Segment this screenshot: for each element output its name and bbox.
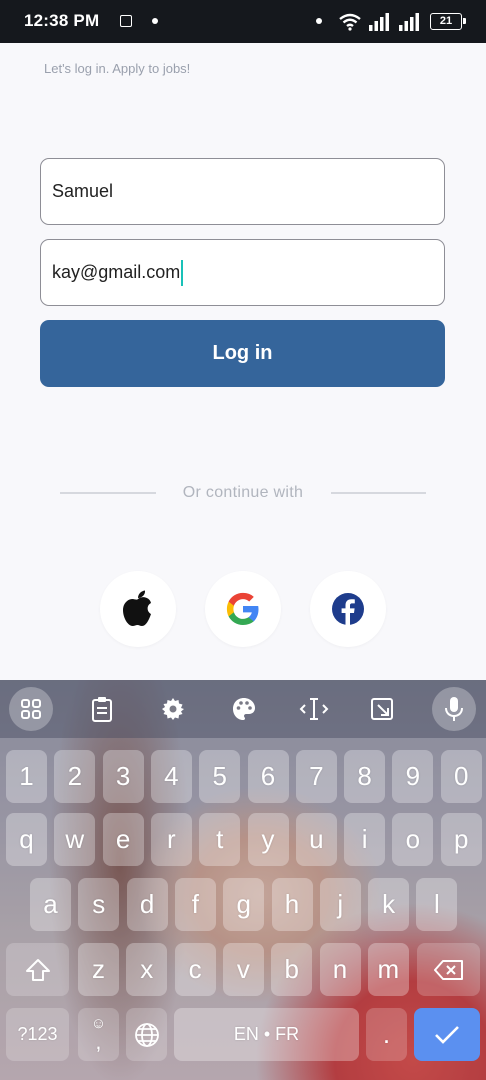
divider-line-right bbox=[331, 492, 426, 494]
key-j[interactable]: j bbox=[319, 878, 361, 931]
key-h[interactable]: h bbox=[271, 878, 313, 931]
status-bar: 12:38 PM 21 bbox=[0, 0, 486, 43]
apps-grid-icon[interactable] bbox=[9, 687, 53, 731]
key-o[interactable]: o bbox=[392, 813, 434, 866]
keyboard-toolbar bbox=[0, 680, 486, 738]
google-login-button[interactable] bbox=[205, 571, 281, 647]
key-z[interactable]: z bbox=[78, 943, 119, 996]
shift-icon bbox=[25, 958, 50, 981]
key-r[interactable]: r bbox=[150, 813, 192, 866]
apple-icon bbox=[123, 590, 151, 626]
facebook-login-button[interactable] bbox=[310, 571, 386, 647]
key-n[interactable]: n bbox=[319, 943, 361, 996]
emoji-comma-key[interactable]: ☺, bbox=[78, 1008, 119, 1061]
key-3[interactable]: 3 bbox=[102, 750, 144, 803]
key-k[interactable]: k bbox=[368, 878, 410, 931]
key-d[interactable]: d bbox=[126, 878, 168, 931]
login-button[interactable]: Log in bbox=[40, 320, 445, 387]
key-v[interactable]: v bbox=[222, 943, 264, 996]
key-m[interactable]: m bbox=[367, 943, 409, 996]
key-f[interactable]: f bbox=[174, 878, 216, 931]
period-key[interactable]: . bbox=[366, 1008, 407, 1061]
name-field-value: Samuel bbox=[52, 181, 114, 201]
key-e[interactable]: e bbox=[102, 813, 144, 866]
key-c[interactable]: c bbox=[174, 943, 216, 996]
key-i[interactable]: i bbox=[344, 813, 386, 866]
key-2[interactable]: 2 bbox=[54, 750, 96, 803]
text-caret bbox=[181, 259, 184, 286]
name-field[interactable]: Samuel bbox=[40, 158, 445, 225]
key-w[interactable]: w bbox=[54, 813, 96, 866]
key-6[interactable]: 6 bbox=[247, 750, 289, 803]
status-time: 12:38 PM bbox=[24, 11, 100, 30]
signal-icon bbox=[369, 13, 389, 31]
notification-dot-icon bbox=[316, 18, 322, 24]
clipboard-icon[interactable] bbox=[82, 689, 122, 729]
key-8[interactable]: 8 bbox=[344, 750, 386, 803]
language-key[interactable] bbox=[126, 1008, 167, 1061]
tagline: Let's log in. Apply to jobs! bbox=[44, 61, 191, 76]
facebook-icon bbox=[332, 593, 364, 625]
checkmark-icon bbox=[435, 1025, 459, 1044]
apple-login-button[interactable] bbox=[100, 571, 176, 647]
key-g[interactable]: g bbox=[223, 878, 265, 931]
shift-key[interactable] bbox=[6, 943, 69, 996]
microphone-icon[interactable] bbox=[432, 687, 476, 731]
status-indicators: 21 bbox=[338, 11, 468, 33]
backspace-icon bbox=[433, 959, 463, 980]
email-field-value: kay@gmail.com bbox=[52, 262, 181, 282]
signal-icon bbox=[399, 13, 419, 31]
text-cursor-icon[interactable] bbox=[294, 689, 334, 729]
battery-indicator: 21 bbox=[430, 13, 466, 30]
key-x[interactable]: x bbox=[126, 943, 168, 996]
key-t[interactable]: t bbox=[199, 813, 241, 866]
key-l[interactable]: l bbox=[416, 878, 458, 931]
email-field[interactable]: kay@gmail.com bbox=[40, 239, 445, 306]
key-5[interactable]: 5 bbox=[199, 750, 241, 803]
key-y[interactable]: y bbox=[247, 813, 289, 866]
screenshot-notification-icon bbox=[120, 15, 132, 27]
notification-dot-icon bbox=[152, 18, 158, 24]
onscreen-keyboard: 1 2 3 4 5 6 7 8 9 0 q w e r t y u i o p a s d f g h j k l z x c v b n m ?123… bbox=[0, 680, 486, 1080]
key-4[interactable]: 4 bbox=[150, 750, 192, 803]
google-icon bbox=[226, 592, 259, 625]
palette-icon[interactable] bbox=[224, 689, 264, 729]
key-1[interactable]: 1 bbox=[6, 750, 47, 803]
key-7[interactable]: 7 bbox=[295, 750, 337, 803]
space-key[interactable]: EN • FR bbox=[174, 1008, 359, 1061]
key-a[interactable]: a bbox=[30, 878, 71, 931]
key-p[interactable]: p bbox=[440, 813, 482, 866]
resize-icon[interactable] bbox=[362, 689, 402, 729]
backspace-key[interactable] bbox=[417, 943, 480, 996]
settings-icon[interactable] bbox=[153, 689, 193, 729]
enter-key[interactable] bbox=[414, 1008, 480, 1061]
wifi-icon bbox=[339, 13, 361, 31]
key-9[interactable]: 9 bbox=[392, 750, 434, 803]
key-u[interactable]: u bbox=[295, 813, 337, 866]
key-q[interactable]: q bbox=[6, 813, 47, 866]
globe-icon bbox=[134, 1022, 159, 1047]
symbols-key[interactable]: ?123 bbox=[6, 1008, 69, 1061]
comma-label: , bbox=[95, 1029, 102, 1054]
key-s[interactable]: s bbox=[78, 878, 120, 931]
key-0[interactable]: 0 bbox=[440, 750, 482, 803]
key-b[interactable]: b bbox=[271, 943, 313, 996]
